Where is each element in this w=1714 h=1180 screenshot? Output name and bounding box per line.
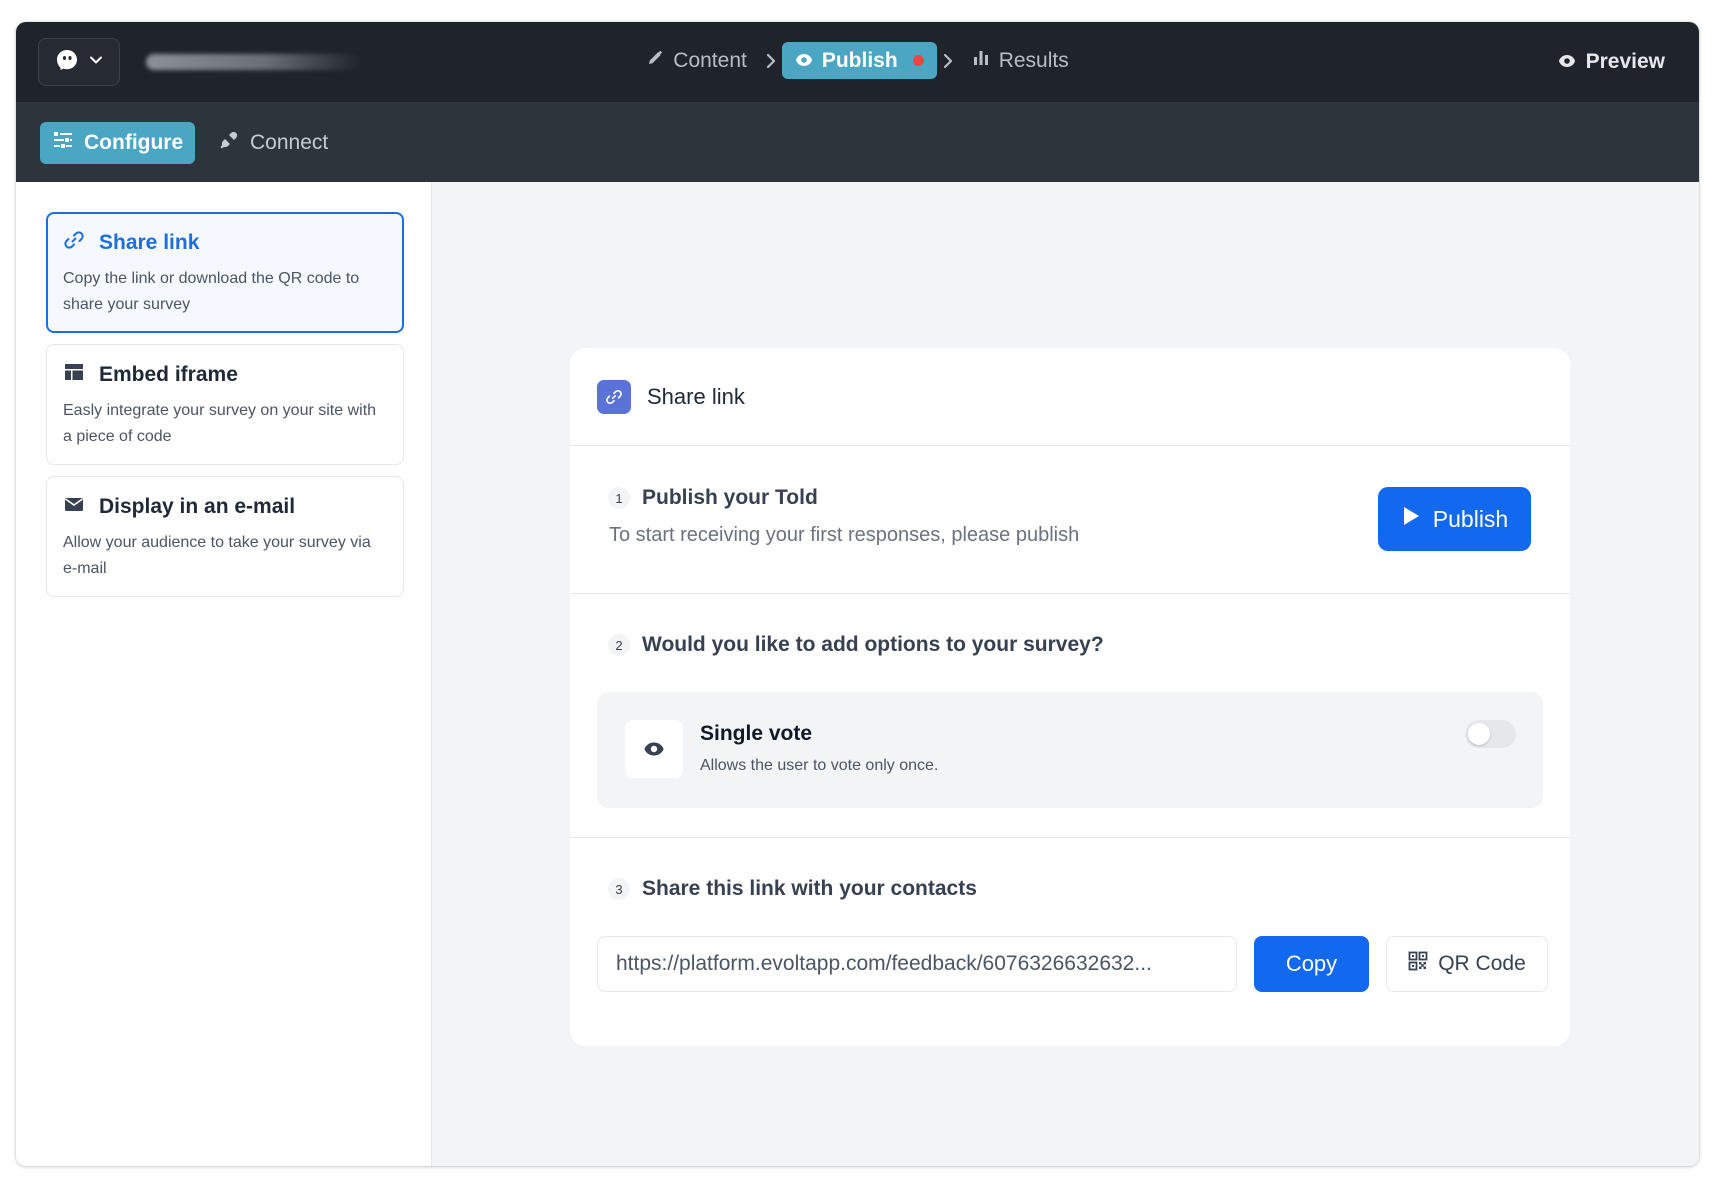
step-results[interactable]: Results [959,42,1082,79]
sidebar-item-title: Share link [99,230,200,254]
section-description: To start receiving your first responses,… [609,524,1080,546]
tab-connect[interactable]: Connect [206,122,340,164]
eye-icon [795,49,813,73]
section-title: 1 Publish your Told [608,486,818,510]
step-number-badge: 2 [608,634,630,656]
workflow-steps: Content Publish Results [16,42,1699,79]
share-link-panel: Share link 1 Publish your Told To start … [570,348,1570,1046]
step-number-badge: 3 [608,878,630,900]
sidebar: Share link Copy the link or download the… [16,182,432,1166]
step-content-label: Content [673,48,747,72]
section-title: 2 Would you like to add options to your … [608,633,1104,657]
toggle-knob [1468,723,1490,745]
sidebar-item-desc: Copy the link or download the QR code to… [63,270,360,313]
preview-button[interactable]: Preview [1558,46,1665,78]
sidebar-item-desc: Easly integrate your survey on your site… [63,402,377,445]
layout-icon [63,361,85,388]
sub-nav-bar: Configure Connect [16,102,1699,182]
tab-configure-label: Configure [84,131,184,154]
bar-chart-icon [972,49,990,73]
app-window: Content Publish Results Preview Configur… [16,22,1699,1166]
sidebar-item-title: Embed iframe [99,362,238,386]
qr-code-button[interactable]: QR Code [1386,936,1548,992]
sidebar-item-desc: Allow your audience to take your survey … [63,534,371,577]
step-publish-label: Publish [821,48,898,72]
qr-code-icon [1408,951,1428,977]
options-section: 2 Would you like to add options to your … [570,594,1570,838]
share-url-field[interactable]: https://platform.evoltapp.com/feedback/6… [597,936,1237,992]
copy-button[interactable]: Copy [1254,936,1369,992]
envelope-icon [63,493,85,520]
link-icon [597,379,631,414]
publish-button-label: Publish [1432,505,1509,532]
sidebar-item-display-email[interactable]: Display in an e-mail Allow your audience… [46,476,404,597]
top-nav-bar: Content Publish Results Preview [16,22,1699,102]
eye-icon [625,720,683,778]
section-title: 3 Share this link with your contacts [608,877,977,901]
section-title-text: Would you like to add options to your su… [642,633,1104,656]
step-publish[interactable]: Publish [781,42,937,79]
sidebar-item-embed-iframe[interactable]: Embed iframe Easly integrate your survey… [46,344,404,465]
panel-header: Share link [570,348,1570,446]
option-description: Allows the user to vote only once. [700,757,939,774]
chevron-right-icon [760,52,782,70]
panel-title: Share link [647,383,745,409]
eye-icon [1558,50,1576,74]
step-results-label: Results [998,48,1069,72]
sidebar-item-share-link[interactable]: Share link Copy the link or download the… [46,212,404,333]
option-title: Single vote [700,722,813,745]
main-content: Share link 1 Publish your Told To start … [432,182,1699,1166]
publish-button[interactable]: Publish [1378,487,1531,551]
step-content[interactable]: Content [633,42,760,79]
copy-button-label: Copy [1285,951,1338,976]
single-vote-option: Single vote Allows the user to vote only… [597,692,1543,808]
unpublished-status-dot [912,55,924,66]
step-number-badge: 1 [608,487,630,509]
plug-icon [218,129,240,157]
section-title-text: Publish your Told [642,486,818,509]
section-title-text: Share this link with your contacts [642,877,977,900]
link-icon [63,229,85,256]
preview-label: Preview [1585,50,1665,73]
sliders-icon [52,129,74,157]
tab-configure[interactable]: Configure [40,122,196,164]
publish-section: 1 Publish your Told To start receiving y… [570,446,1570,594]
chevron-right-icon [937,52,959,70]
single-vote-toggle[interactable] [1465,720,1516,748]
pencil-icon [646,49,664,73]
tab-connect-label: Connect [250,131,329,154]
play-icon [1401,505,1421,533]
share-section: 3 Share this link with your contacts htt… [570,838,1570,1046]
qr-code-button-label: QR Code [1438,952,1526,975]
sidebar-item-title: Display in an e-mail [99,494,296,518]
